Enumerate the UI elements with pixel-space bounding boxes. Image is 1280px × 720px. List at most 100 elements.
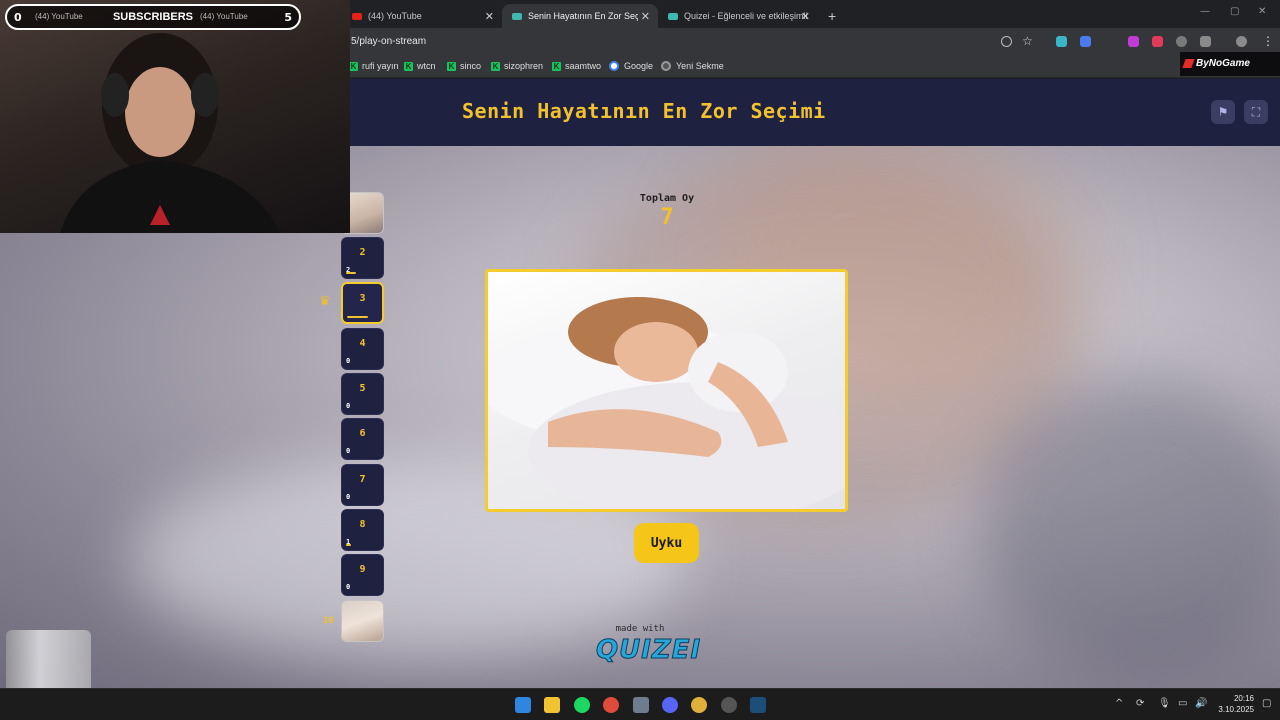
- round-item[interactable]: 22: [341, 237, 384, 279]
- bookmark-item[interactable]: Ksizophren: [491, 61, 543, 71]
- bookmark-label: sinco: [460, 61, 482, 71]
- close-tab-icon[interactable]: ✕: [641, 10, 650, 23]
- maximize-icon[interactable]: ▢: [1230, 6, 1239, 17]
- chevron-up-icon[interactable]: ^: [1115, 698, 1123, 709]
- round-thumbnail[interactable]: [341, 600, 384, 642]
- google-icon: [609, 61, 619, 71]
- round-vote-count: 0: [346, 447, 351, 455]
- discord-icon[interactable]: [662, 697, 678, 713]
- minimize-icon[interactable]: —: [1200, 6, 1210, 17]
- tab-title: Quizei - Eğlenceli ve etkileşimli: [684, 11, 808, 21]
- round-number: 3: [359, 293, 366, 304]
- kick-icon: K: [349, 61, 358, 71]
- bookmark-label: Yeni Sekme: [676, 61, 724, 71]
- browser-tab-quiz[interactable]: Senin Hayatının En Zor Seçimi - ✕: [502, 4, 658, 28]
- extension-icon[interactable]: [1080, 36, 1091, 47]
- tab-title: (44) YouTube: [200, 12, 248, 21]
- display-icon[interactable]: ▭: [1178, 698, 1187, 709]
- chrome-icon[interactable]: [603, 697, 619, 713]
- round-item[interactable]: 40: [341, 328, 384, 370]
- obs-icon[interactable]: [721, 697, 737, 713]
- kick-icon: K: [491, 61, 500, 71]
- star-icon[interactable]: ☆: [1022, 34, 1033, 48]
- translate-extension-icon[interactable]: [1056, 36, 1067, 47]
- subscribers-label: SUBSCRIBERS: [112, 11, 194, 23]
- quizei-favicon-icon: [668, 12, 678, 20]
- steam-icon[interactable]: [750, 697, 766, 713]
- extension-icon[interactable]: [1176, 36, 1187, 47]
- close-tab-icon[interactable]: ✕: [485, 10, 494, 23]
- sponsor-logo: ByNoGame: [1180, 52, 1280, 76]
- made-with-label: made with: [615, 624, 665, 634]
- app-icon[interactable]: [633, 697, 649, 713]
- choice-image[interactable]: [485, 269, 848, 512]
- round-progress-bar: [347, 316, 368, 318]
- clock-date: 3.10.2025: [1218, 705, 1254, 714]
- url-field[interactable]: 5/play-on-stream: [351, 36, 426, 47]
- microphone-icon[interactable]: 🎙: [1158, 698, 1171, 709]
- quizei-logo[interactable]: QUIZEI: [596, 635, 701, 666]
- subscriber-counter: 0 (44) YouTube SUBSCRIBERS (44) YouTube …: [5, 4, 301, 30]
- bookmark-item[interactable]: Yeni Sekme: [661, 61, 724, 71]
- file-explorer-icon[interactable]: [544, 697, 560, 713]
- subscriber-count-right: 5: [284, 11, 292, 24]
- notification-icon[interactable]: ▢: [1262, 698, 1271, 709]
- bookmark-item[interactable]: Google: [609, 61, 653, 71]
- bookmark-label: rufi yayın: [362, 61, 399, 71]
- menu-icon[interactable]: ⋮: [1262, 34, 1274, 48]
- spotify-icon[interactable]: [574, 697, 590, 713]
- total-votes-label: Toplam Oy: [639, 193, 695, 204]
- round-item[interactable]: 60: [341, 418, 384, 460]
- close-tab-icon[interactable]: ✕: [801, 10, 810, 23]
- kick-icon: K: [552, 61, 561, 71]
- round-item[interactable]: 70: [341, 464, 384, 506]
- round-number: 2: [359, 247, 366, 258]
- eye-off-icon[interactable]: [1001, 36, 1012, 47]
- answer-button[interactable]: Uyku: [634, 523, 699, 563]
- bookmark-item[interactable]: Ksaamtwo: [552, 61, 601, 71]
- bookmark-label: Google: [624, 61, 654, 71]
- total-votes-count: 7: [660, 205, 674, 230]
- extension-icon[interactable]: [1152, 36, 1163, 47]
- system-clock[interactable]: 20:16 3.10.2025: [1214, 693, 1254, 715]
- close-window-icon[interactable]: ✕: [1258, 6, 1266, 17]
- round-number: 8: [359, 519, 366, 530]
- flag-icon[interactable]: ⚑: [1211, 100, 1235, 124]
- page-title: Senin Hayatının En Zor Seçimi: [462, 99, 826, 123]
- network-icon[interactable]: ⟳: [1136, 698, 1144, 709]
- background-blur: [980, 379, 1280, 679]
- round-item[interactable]: 50: [341, 373, 384, 415]
- puzzle-icon[interactable]: [1200, 36, 1211, 47]
- round-item[interactable]: 81: [341, 509, 384, 551]
- globe-icon: [661, 61, 671, 71]
- tab-title: Senin Hayatının En Zor Seçimi -: [528, 11, 638, 21]
- bookmark-item[interactable]: Kwtcn: [404, 61, 436, 71]
- browser-tab-youtube[interactable]: (44) YouTube ✕: [342, 4, 502, 28]
- clock-time: 20:16: [1233, 694, 1254, 703]
- screen: ✕ (44) YouTube ✕ Senin Hayatının En Zor …: [0, 0, 1280, 720]
- round-number: 10: [323, 616, 334, 626]
- round-progress-bar: [346, 544, 351, 546]
- kick-icon: K: [447, 61, 456, 71]
- fullscreen-icon[interactable]: ⛶: [1244, 100, 1268, 124]
- streamer-figure: [60, 33, 280, 233]
- browser-tab-quizei[interactable]: Quizei - Eğlenceli ve etkileşimli ✕: [658, 4, 818, 28]
- round-item[interactable]: 90: [341, 554, 384, 596]
- bookmark-label: saamtwo: [565, 61, 602, 71]
- bookmark-item[interactable]: Krufi yayın: [349, 61, 399, 71]
- quizei-favicon-icon: [512, 12, 522, 20]
- round-number: 7: [359, 474, 366, 485]
- new-tab-button[interactable]: +: [818, 4, 842, 28]
- round-number: 6: [359, 428, 366, 439]
- round-vote-count: 0: [346, 357, 351, 365]
- round-progress-bar: [346, 272, 356, 274]
- kick-icon: K: [404, 61, 413, 71]
- chrome-icon[interactable]: [691, 697, 707, 713]
- bookmark-item[interactable]: Ksinco: [447, 61, 481, 71]
- volume-icon[interactable]: 🔊: [1195, 698, 1207, 709]
- extension-icon[interactable]: [1128, 36, 1139, 47]
- profile-icon[interactable]: [1236, 36, 1247, 47]
- round-vote-count: 0: [346, 402, 351, 410]
- windows-start-icon[interactable]: [515, 697, 531, 713]
- round-item[interactable]: 3: [341, 282, 384, 324]
